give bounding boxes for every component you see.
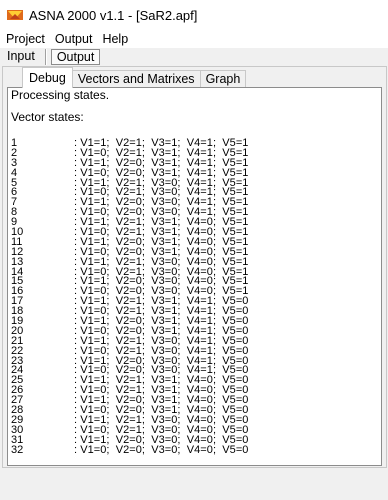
menu-output[interactable]: Output — [50, 32, 98, 46]
debug-log: Processing states. Vector states: — [11, 88, 110, 125]
tab-output[interactable]: Output — [50, 48, 101, 65]
state-number: 7 — [11, 196, 18, 209]
app-icon — [7, 7, 23, 23]
status-area — [0, 470, 388, 500]
tab-debug[interactable]: Debug — [22, 67, 73, 88]
state-number: 5 — [11, 176, 18, 189]
state-number: 2 — [11, 146, 18, 159]
menu-help[interactable]: Help — [97, 32, 133, 46]
page-tabs: Debug Vectors and Matrixes Graph — [22, 67, 247, 88]
log-vector-states-heading: Vector states: — [11, 110, 84, 125]
menu-project[interactable]: Project — [0, 32, 50, 46]
state-number: 8 — [11, 206, 18, 219]
title-bar: ASNA 2000 v1.1 - [SaR2.apf] — [0, 0, 388, 30]
window-title: ASNA 2000 v1.1 - [SaR2.apf] — [29, 7, 198, 23]
state-number: 1 — [11, 137, 18, 149]
debug-output-area[interactable]: Processing states. Vector states: 1: V1=… — [7, 87, 382, 466]
state-values: : V1=0; V2=0; V3=0; V4=0; V5=0 — [74, 443, 249, 456]
state-number: 6 — [11, 186, 18, 199]
log-processing-line: Processing states. — [11, 88, 110, 102]
tab-graph[interactable]: Graph — [199, 70, 247, 88]
top-tab-bar: Input Output — [0, 48, 388, 65]
output-panel: Debug Vectors and Matrixes Graph Process… — [2, 66, 387, 468]
tab-input[interactable]: Input — [1, 49, 41, 64]
tab-vectors-and-matrixes[interactable]: Vectors and Matrixes — [71, 70, 201, 88]
tab-separator — [44, 48, 47, 65]
vector-states-list: 1: V1=1; V2=1; V3=1; V4=1; V5=1 2: V1=0; … — [11, 138, 248, 455]
state-number: 3 — [11, 156, 18, 169]
state-number: 32 — [11, 443, 24, 456]
menu-bar: Project Output Help — [0, 30, 388, 48]
state-row: 32 : V1=0; V2=0; V3=0; V4=0; V5=0 — [11, 443, 249, 456]
state-number: 4 — [11, 166, 18, 179]
